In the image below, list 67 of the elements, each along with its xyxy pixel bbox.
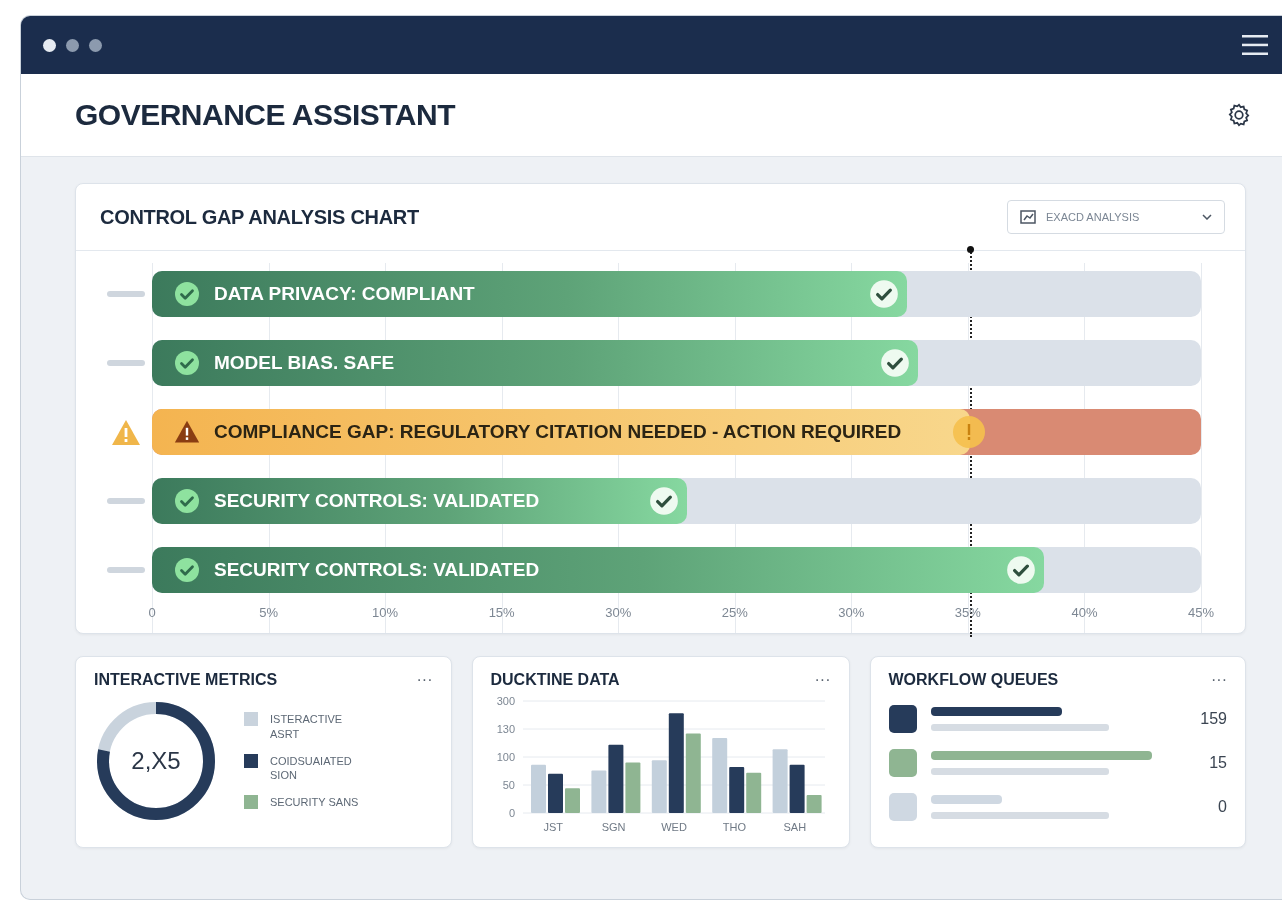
more-button[interactable]: ··· (416, 671, 433, 689)
more-button[interactable]: ··· (1211, 671, 1227, 689)
row-marker (107, 291, 145, 297)
axis-tick: 50 (502, 779, 515, 791)
bar-label: COMPLIANCE GAP: REGULATORY CITATION NEEDED - ACTION REQUIRED (214, 421, 902, 443)
bar-label: DATA PRIVACY: COMPLIANT (214, 283, 475, 305)
more-button[interactable]: ··· (814, 671, 831, 689)
axis-tick: 5% (259, 605, 278, 620)
card-title: INTERACTIVE METRICS (94, 671, 278, 689)
axis-tick: 30% (605, 605, 632, 620)
window-dot[interactable] (66, 38, 79, 52)
chart-bar (772, 749, 788, 813)
app-title: GOVERNANCE ASSISTANT (75, 98, 456, 132)
window-dot[interactable] (43, 38, 56, 52)
check-circle-icon (174, 488, 200, 514)
axis-label: WED (660, 821, 687, 833)
legend-label: ISTERACTIVE ASRT (270, 711, 344, 742)
check-icon (1005, 555, 1036, 585)
donut-value: 2,X5 (131, 749, 181, 773)
legend-label: SECURITY SANS (270, 795, 360, 811)
row-marker (107, 567, 145, 573)
axis-tick: 45% (1188, 605, 1214, 620)
queue-count: 15 (1208, 754, 1227, 772)
axis-tick: 300 (496, 695, 515, 707)
axis-tick: 130 (496, 723, 515, 735)
window-dot[interactable] (89, 38, 102, 52)
bar-label: SECURITY CONTROLS: VALIDATED (214, 490, 540, 512)
axis-label: SAH (783, 821, 806, 833)
queue-count: 0 (1217, 798, 1227, 816)
card-title: DUCKTINE DATA (490, 671, 620, 689)
axis-tick: 0 (148, 605, 156, 620)
axis-tick: 10% (372, 605, 399, 620)
card-title: WORKFLOW QUEUES (888, 671, 1059, 689)
check-circle-icon (174, 557, 200, 583)
warning-icon (174, 420, 200, 444)
axis-label: THO (722, 821, 746, 833)
axis-label: JST (542, 821, 563, 833)
warning-icon (111, 418, 141, 446)
check-icon (869, 279, 900, 309)
queue-count: 159 (1199, 710, 1227, 728)
row-marker (107, 360, 145, 366)
settings-icon[interactable] (1226, 102, 1252, 128)
chevron-down-icon (1202, 214, 1212, 220)
axis-tick: 40% (1071, 605, 1098, 620)
axis-label: SGN (601, 821, 625, 833)
check-circle-icon (174, 350, 200, 376)
analysis-dropdown[interactable]: EXACD ANALYSIS (1007, 200, 1225, 234)
bar-label: SECURITY CONTROLS: VALIDATED (214, 559, 540, 581)
menu-icon[interactable] (1242, 34, 1268, 56)
legend-label: COIDSUAIATED SION (270, 753, 353, 784)
chart-bar (624, 762, 640, 813)
axis-tick: 15% (488, 605, 515, 620)
chart-icon (1020, 210, 1036, 224)
chart-bar (530, 764, 546, 813)
axis-tick: 35% (954, 605, 981, 620)
axis-tick: 25% (721, 605, 748, 620)
check-icon (649, 486, 679, 516)
axis-tick: 30% (838, 605, 865, 620)
axis-tick: 100 (496, 751, 515, 763)
axis-tick: 0 (508, 807, 515, 819)
alert-dot-icon (952, 415, 987, 449)
check-icon (879, 348, 910, 378)
bar-label: MODEL BIAS. SAFE (214, 352, 395, 374)
check-circle-icon (174, 281, 200, 307)
card-title: CONTROL GAP ANALYSIS CHART (100, 205, 419, 229)
row-marker (107, 498, 145, 504)
chart-bar (745, 772, 761, 813)
